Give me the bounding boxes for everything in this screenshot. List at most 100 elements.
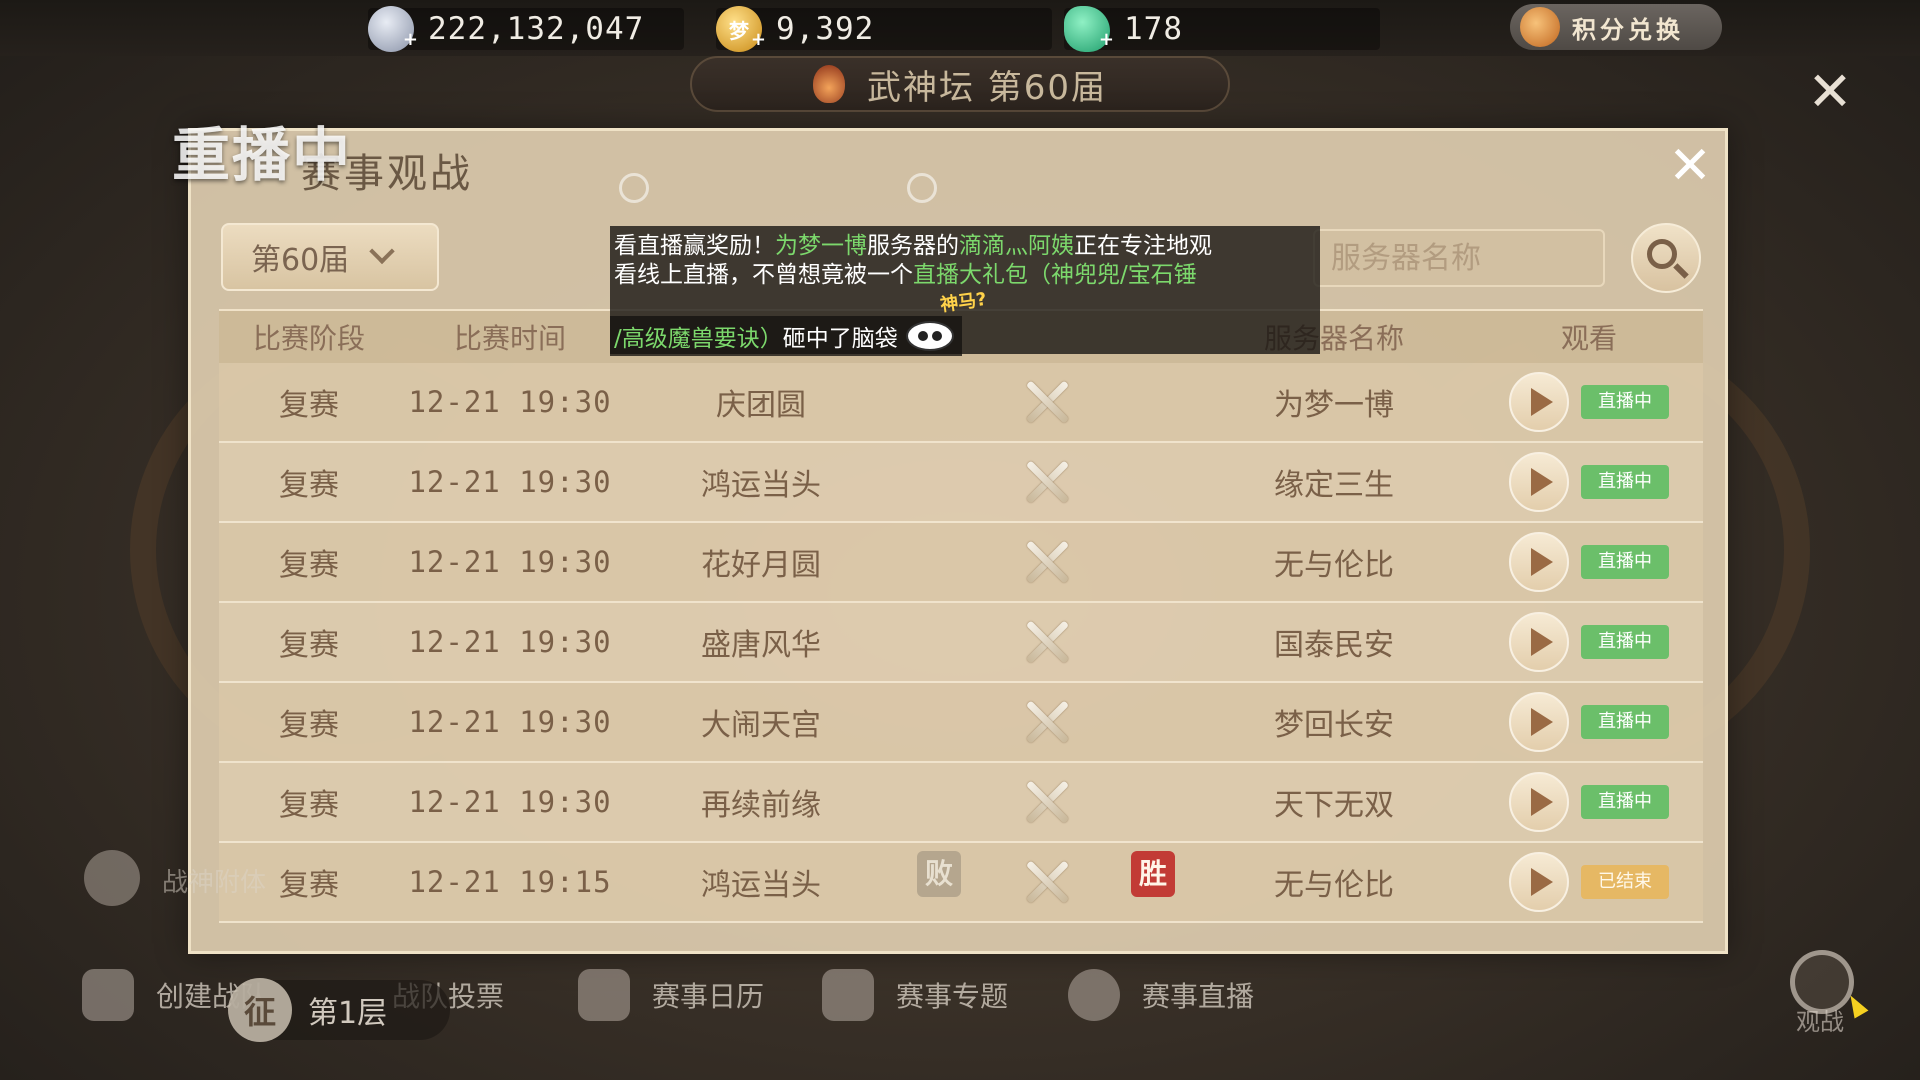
server-b: 无与伦比 [1274,868,1394,903]
nav-event-topic[interactable]: 赛事专题 [822,960,1008,1030]
conquest-floor[interactable]: 征 第1层 [228,978,450,1042]
match-time: 12-21 19:30 [408,545,612,579]
jade-icon: + [1064,6,1114,52]
server-b: 天下无双 [1274,788,1394,823]
lose-badge: 败 [917,851,961,897]
server-search-input[interactable] [1329,239,1589,277]
match-time: 12-21 19:30 [408,705,612,739]
play-button[interactable] [1509,372,1569,432]
match-stage: 复赛 [279,628,339,663]
notice-text: 正在专注地观 [1074,233,1212,259]
server-a: 鸿运当头 [701,468,821,503]
versus [901,457,1193,507]
notice-text: 服务器的 [867,233,959,259]
table-row: 复赛 12-21 19:30 再续前缘 天下无双 直播中 [219,763,1703,843]
conquest-label: 第1层 [308,996,388,1031]
notice-line-2: 看线上直播，不曾想竟被一个直播大礼包（神兜兜/宝石锤 [614,261,1320,290]
watch-cell: 直播中 [1475,772,1703,832]
match-time: 12-21 19:30 [408,625,612,659]
silver-coin-icon: + [368,6,418,52]
play-icon [1531,468,1553,496]
table-body: 复赛 12-21 19:30 庆团圆 为梦一博 直播中 复赛 12-21 19:… [219,363,1703,923]
server-a: 大闹天宫 [701,708,821,743]
col-time: 比赛时间 [453,322,566,355]
play-button[interactable] [1509,452,1569,512]
table-row: 复赛 12-21 19:15 鸿运当头 败 胜 无与伦比 已结束 [219,843,1703,923]
col-watch: 观看 [1560,322,1617,355]
panda-emoji-icon [905,321,954,351]
flame-icon [812,65,845,103]
crossed-swords-icon [1022,857,1072,907]
match-table: 比赛阶段 比赛时间 服务器名称 观看 复赛 12-21 19:30 庆团圆 为梦… [219,309,1703,923]
win-badge: 胜 [1131,851,1175,897]
play-button[interactable] [1509,532,1569,592]
currency-silver[interactable]: + 222,132,047 [368,6,684,52]
notice-line-3: /高级魔兽要诀） 砸中了脑袋 [610,316,962,356]
spectate-label: 观战 [1796,1008,1844,1036]
server-a: 花好月圆 [701,548,821,583]
points-exchange-button[interactable]: 积分兑换 [1510,4,1722,50]
game-scene: + 222,132,047 梦 + 9,392 + 178 积分兑换 武神坛 第6… [0,0,1920,1080]
play-button[interactable] [1509,852,1569,912]
server-b: 国泰民安 [1274,628,1394,663]
notice-text: 砸中了脑袋 [782,326,898,352]
close-icon[interactable]: ✕ [1800,62,1860,122]
crossed-swords-icon [1022,537,1072,587]
runner-icon [82,969,134,1021]
watch-cell: 直播中 [1475,692,1703,752]
replay-badge: 重播中 [172,121,353,189]
server-b: 为梦一博 [1274,388,1394,423]
status-badge: 直播中 [1581,625,1669,659]
play-icon [1531,708,1553,736]
scroll-icon [822,969,874,1021]
status-badge: 直播中 [1581,705,1669,739]
server-a: 再续前缘 [701,788,821,823]
search-icon-handle [1673,263,1689,279]
side-label: 战神附体 [162,868,267,898]
status-badge: 直播中 [1581,545,1669,579]
play-icon [1531,388,1553,416]
notice-server: 为梦一博 [775,233,867,259]
live-icon [1068,969,1120,1021]
server-search-field[interactable] [1313,229,1605,287]
currency-dream-coin[interactable]: 梦 + 9,392 [716,6,1052,52]
match-stage: 复赛 [279,788,339,823]
play-button[interactable] [1509,612,1569,672]
match-time: 12-21 19:30 [408,385,612,419]
match-time: 12-21 19:30 [408,465,612,499]
watch-cell: 直播中 [1475,372,1703,432]
stage-radio[interactable] [619,173,649,203]
match-time: 12-21 19:30 [408,785,612,819]
versus [901,537,1193,587]
panel-close-icon[interactable]: ✕ [1661,137,1719,195]
warrior-icon[interactable] [84,850,140,906]
match-stage: 复赛 [279,468,339,503]
crossed-swords-icon [1022,377,1072,427]
season-dropdown[interactable]: 第60届 [221,223,439,291]
stage-radio[interactable] [907,173,937,203]
status-badge: 直播中 [1581,465,1669,499]
server-a: 盛唐风华 [701,628,821,663]
play-button[interactable] [1509,692,1569,752]
server-b: 梦回长安 [1274,708,1394,743]
crossed-swords-icon [1022,777,1072,827]
nav-event-calendar[interactable]: 赛事日历 [578,960,764,1030]
currency-jade[interactable]: + 178 [1064,6,1380,52]
table-row: 复赛 12-21 19:30 大闹天宫 梦回长安 直播中 [219,683,1703,763]
table-row: 复赛 12-21 19:30 庆团圆 为梦一博 直播中 [219,363,1703,443]
status-badge: 直播中 [1581,785,1669,819]
search-button[interactable] [1631,223,1701,293]
nav-label: 赛事日历 [652,980,765,1013]
crossed-swords-icon [1022,697,1072,747]
server-a: 庆团圆 [716,388,806,423]
watch-cell: 直播中 [1475,612,1703,672]
match-time: 12-21 19:15 [408,865,612,899]
table-row: 复赛 12-21 19:30 鸿运当头 缘定三生 直播中 [219,443,1703,523]
play-icon [1531,628,1553,656]
watch-cell: 直播中 [1475,452,1703,512]
play-button[interactable] [1509,772,1569,832]
points-exchange-label: 积分兑换 [1572,15,1684,44]
jade-amount: 178 [1124,11,1183,47]
event-title-plate: 武神坛 第60届 [690,56,1230,112]
nav-event-live[interactable]: 赛事直播 [1068,960,1254,1030]
